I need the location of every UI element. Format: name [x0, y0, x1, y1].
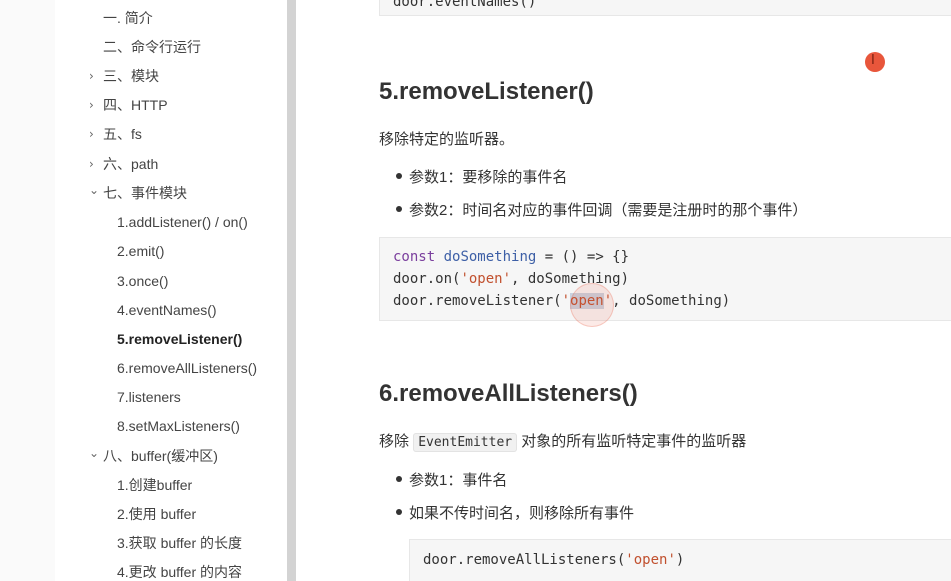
- code-text: door.removeAllListeners(: [423, 552, 626, 568]
- cursor-indicator: [865, 52, 885, 72]
- no-event-name-text: 如果不传时间名，则移除所有事件: [409, 505, 635, 522]
- heading-removealllisteners: 6.removeAllListeners(): [379, 380, 638, 407]
- toc-item-addlistener[interactable]: 1.addListener() / on(): [117, 212, 248, 232]
- bullet-icon: [396, 509, 402, 515]
- toc-item-events[interactable]: 七、事件模块: [103, 183, 187, 203]
- code-string: 'open': [625, 552, 676, 568]
- toc-item-removelistener[interactable]: 5.removeListener(): [117, 329, 242, 349]
- chevron-right-icon[interactable]: ›: [89, 95, 94, 115]
- toc-item-http[interactable]: 四、HTTP: [103, 95, 168, 115]
- toc-item-buffer-modify[interactable]: 4.更改 buffer 的内容: [117, 562, 242, 581]
- code-text: ): [675, 552, 685, 568]
- heading-removelistener: 5.removeListener(): [379, 78, 594, 105]
- code-identifier: doSomething: [443, 249, 537, 265]
- code-line: door.eventNames(): [393, 0, 537, 10]
- toc-item-setmaxlisteners[interactable]: 8.setMaxListeners(): [117, 416, 240, 436]
- toc-item-use-buffer[interactable]: 2.使用 buffer: [117, 504, 196, 524]
- content-gutter: [296, 0, 306, 581]
- param1-text: 参数1：要移除的事件名: [409, 169, 568, 186]
- code-text: = () => {}: [536, 249, 630, 265]
- param2-text: 参数2：时间名对应的事件回调（需要是注册时的那个事件）: [409, 202, 808, 219]
- window-edge: [0, 0, 55, 581]
- code-text: , doSomething): [511, 271, 630, 287]
- toc-item-buffer[interactable]: 八、buffer(缓冲区): [103, 446, 218, 466]
- param1-text: 参数1：事件名: [409, 472, 508, 489]
- bullet-icon: [396, 206, 402, 212]
- code-keyword: const: [393, 249, 436, 265]
- removealllisteners-description: 移除 EventEmitter 对象的所有监听特定事件的监听器: [379, 430, 747, 452]
- chevron-down-icon[interactable]: ⌄: [89, 443, 99, 463]
- bullet-icon: [396, 476, 402, 482]
- desc-text: 对象的所有监听特定事件的监听器: [521, 433, 747, 450]
- toc-item-path[interactable]: 六、path: [103, 154, 158, 174]
- toc-item-modules[interactable]: 三、模块: [103, 66, 159, 86]
- toc-item-cli[interactable]: 二、命令行运行: [103, 37, 201, 57]
- code-text: door.on(: [393, 271, 461, 287]
- inline-code-eventemitter: EventEmitter: [413, 433, 518, 452]
- bullet-icon: [396, 173, 402, 179]
- toc-item-removealllisteners[interactable]: 6.removeAllListeners(): [117, 358, 257, 378]
- sidebar-resize-handle[interactable]: [287, 0, 296, 581]
- code-line-3: door.removeListener('open', doSomething): [393, 293, 730, 309]
- code-string-quote: ': [561, 293, 571, 309]
- toc-item-eventnames[interactable]: 4.eventNames(): [117, 300, 217, 320]
- code-string: 'open': [460, 271, 512, 287]
- toc-item-emit[interactable]: 2.emit(): [117, 241, 164, 261]
- toc-item-fs[interactable]: 五、fs: [103, 124, 142, 144]
- code-line-1: const doSomething = () => {}: [393, 249, 629, 265]
- toc-item-once[interactable]: 3.once(): [117, 271, 168, 291]
- text-cursor-icon: I: [871, 53, 875, 68]
- code-block-eventnames[interactable]: door.eventNames(): [379, 0, 951, 16]
- desc-text: 移除: [379, 433, 410, 450]
- code-text: , doSomething): [612, 293, 731, 309]
- toc-item-create-buffer[interactable]: 1.创建buffer: [117, 475, 192, 495]
- chevron-right-icon[interactable]: ›: [89, 154, 94, 174]
- toc-item-buffer-length[interactable]: 3.获取 buffer 的长度: [117, 533, 242, 553]
- code-block-removelistener[interactable]: const doSomething = () => {} door.on('op…: [379, 237, 951, 321]
- code-text: door.removeListener(: [393, 293, 562, 309]
- chevron-down-icon[interactable]: ⌄: [89, 180, 99, 200]
- chevron-right-icon[interactable]: ›: [89, 124, 94, 144]
- code-block-removealllisteners[interactable]: door.removeAllListeners('open'): [409, 539, 951, 581]
- toc-item-listeners[interactable]: 7.listeners: [117, 387, 181, 407]
- toc-item-intro[interactable]: 一. 简介: [103, 8, 153, 28]
- removelistener-description: 移除特定的监听器。: [379, 131, 515, 148]
- sidebar-toc: 一. 简介 二、命令行运行 › 三、模块 › 四、HTTP › 五、fs › 六…: [55, 0, 287, 581]
- main-content: door.eventNames() 5.removeListener() 移除特…: [306, 0, 951, 581]
- click-highlight: [570, 283, 614, 327]
- chevron-right-icon[interactable]: ›: [89, 66, 94, 86]
